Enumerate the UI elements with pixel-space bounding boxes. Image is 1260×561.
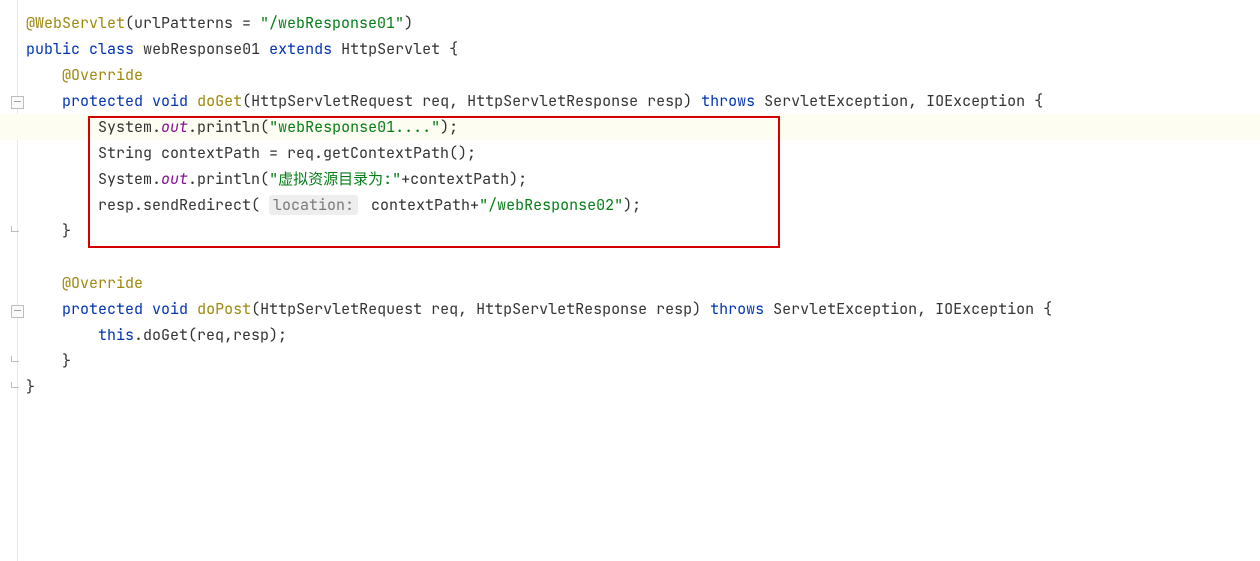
- text: (: [125, 13, 134, 33]
- static-field: out: [161, 169, 188, 189]
- code-line[interactable]: @Override: [26, 270, 1260, 296]
- string-literal: "虚拟资源目录为:": [269, 169, 401, 189]
- keyword: class: [89, 39, 134, 59]
- text: System.: [98, 117, 161, 137]
- annotation: @WebServlet: [26, 13, 125, 33]
- text: (HttpServletRequest req, HttpServletResp…: [251, 299, 710, 319]
- string-literal: "/webResponse01": [260, 13, 404, 33]
- text: .doGet(req,resp);: [134, 325, 287, 345]
- class-name: webResponse01: [143, 39, 260, 59]
- annotation: @Override: [62, 65, 143, 85]
- fold-end-icon[interactable]: [11, 382, 22, 393]
- text: urlPatterns =: [134, 13, 260, 33]
- text: .println(: [188, 169, 269, 189]
- method-name: doGet: [197, 91, 242, 111]
- fold-icon[interactable]: [11, 96, 24, 109]
- text: System.: [98, 169, 161, 189]
- text: .println(: [188, 117, 269, 137]
- code-line[interactable]: @WebServlet(urlPatterns = "/webResponse0…: [26, 10, 1260, 36]
- code-line[interactable]: protected void doPost(HttpServletRequest…: [26, 296, 1260, 322]
- text: contextPath+: [362, 195, 479, 215]
- keyword: void: [152, 299, 188, 319]
- code-line[interactable]: public class webResponse01 extends HttpS…: [26, 36, 1260, 62]
- text: );: [440, 117, 458, 137]
- code-line[interactable]: }: [26, 374, 1260, 400]
- code-line[interactable]: protected void doGet(HttpServletRequest …: [26, 88, 1260, 114]
- text: ServletException, IOException {: [755, 91, 1043, 111]
- text: );: [623, 195, 641, 215]
- annotation: @Override: [62, 273, 143, 293]
- text: String contextPath = req.getContextPath(…: [98, 143, 476, 163]
- keyword: protected: [62, 299, 143, 319]
- keyword: throws: [701, 91, 755, 111]
- method-name: doPost: [197, 299, 251, 319]
- text: (HttpServletRequest req, HttpServletResp…: [242, 91, 701, 111]
- string-literal: "/webResponse02": [479, 195, 623, 215]
- code-area[interactable]: @WebServlet(urlPatterns = "/webResponse0…: [26, 10, 1260, 400]
- code-line[interactable]: @Override: [26, 62, 1260, 88]
- static-field: out: [161, 117, 188, 137]
- code-line[interactable]: this.doGet(req,resp);: [26, 322, 1260, 348]
- text: HttpServlet {: [341, 39, 458, 59]
- string-literal: "webResponse01....": [269, 117, 440, 137]
- text: +contextPath);: [401, 169, 527, 189]
- brace: }: [62, 221, 71, 241]
- fold-end-icon[interactable]: [11, 226, 22, 237]
- keyword: public: [26, 39, 80, 59]
- text: ): [404, 13, 413, 33]
- text: resp.sendRedirect(: [98, 195, 269, 215]
- keyword: protected: [62, 91, 143, 111]
- fold-end-icon[interactable]: [11, 356, 22, 367]
- code-line[interactable]: }: [26, 348, 1260, 374]
- keyword: void: [152, 91, 188, 111]
- text: ServletException, IOException {: [764, 299, 1052, 319]
- fold-icon[interactable]: [11, 305, 24, 318]
- keyword: this: [98, 325, 134, 345]
- code-editor[interactable]: @WebServlet(urlPatterns = "/webResponse0…: [0, 0, 1260, 561]
- brace: }: [62, 351, 71, 371]
- gutter: [0, 0, 18, 561]
- brace: }: [26, 377, 35, 397]
- keyword: throws: [710, 299, 764, 319]
- keyword: extends: [269, 39, 332, 59]
- inlay-hint: location:: [269, 195, 358, 215]
